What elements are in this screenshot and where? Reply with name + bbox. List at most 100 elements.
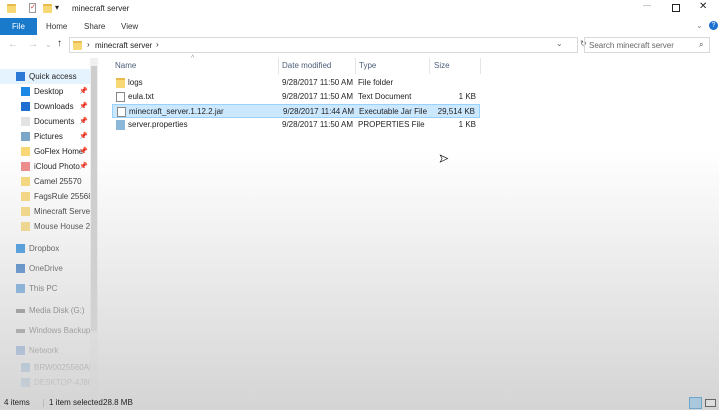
file-size: 29,514 KB xyxy=(437,107,475,116)
file-type: Executable Jar File xyxy=(359,107,428,116)
nav-scrollbar-thumb[interactable] xyxy=(91,66,97,331)
column-header-date[interactable]: Date modified xyxy=(282,58,331,74)
properties-icon[interactable]: ✓ xyxy=(29,3,36,13)
navigation-pane: Quick access Desktop 📌 Downloads 📌 Documents 📌… xyxy=(0,58,98,396)
file-row[interactable]: eula.txt 9/28/2017 11:50 AM Text Document 1… xyxy=(112,90,480,104)
nav-item[interactable]: DESKTOP-4J8CD xyxy=(0,375,90,390)
new-folder-icon[interactable] xyxy=(43,4,52,13)
nav-item[interactable]: Windows Backup xyxy=(0,323,90,338)
file-type: Text Document xyxy=(358,92,412,101)
nav-item[interactable]: GoFlex Home 📌 xyxy=(0,144,90,159)
nav-item-label: Windows Backup xyxy=(29,326,90,335)
nav-item-label: This PC xyxy=(29,284,58,293)
address-dropdown-icon[interactable]: ⌄ xyxy=(556,39,563,48)
column-divider[interactable] xyxy=(355,58,356,74)
nav-item-label: Mouse House 25 xyxy=(34,222,90,231)
column-divider[interactable] xyxy=(429,58,430,74)
maximize-button[interactable] xyxy=(672,4,680,12)
nav-item[interactable]: BRW0025560AEF xyxy=(0,360,90,375)
column-divider[interactable] xyxy=(480,58,481,74)
nav-item-label: Minecraft Server xyxy=(34,207,90,216)
nav-item[interactable]: Network xyxy=(0,343,90,358)
nav-item[interactable]: Media Disk (G:) xyxy=(0,303,90,318)
file-name: server.properties xyxy=(128,120,188,129)
large-icons-view-button[interactable] xyxy=(705,399,716,407)
selection-size: 28.8 MB xyxy=(103,398,133,407)
document-icon xyxy=(21,117,30,127)
file-size: 1 KB xyxy=(458,120,476,129)
ribbon-tab-file[interactable]: File xyxy=(0,18,37,35)
nav-item-label: Network xyxy=(29,346,59,355)
ribbon-tab-share[interactable]: Share xyxy=(84,18,105,35)
forward-button[interactable]: → xyxy=(28,39,38,50)
close-button[interactable]: ✕ xyxy=(699,1,707,12)
computer-icon xyxy=(21,363,30,373)
status-bar: 4 items 1 item selected 28.8 MB xyxy=(0,396,719,410)
nav-item-label: BRW0025560AEF xyxy=(34,363,90,372)
expand-ribbon-icon[interactable]: ⌄ xyxy=(696,21,703,30)
nav-item[interactable]: Dropbox xyxy=(0,241,90,256)
pin-icon[interactable]: 📌 xyxy=(79,159,88,174)
nav-item-label: FagsRule 25568 xyxy=(34,192,90,201)
nav-item[interactable]: Pictures 📌 xyxy=(0,129,90,144)
minimize-button[interactable]: — xyxy=(643,1,651,10)
download-icon xyxy=(21,102,30,112)
ribbon-tab-view[interactable]: View xyxy=(121,18,138,35)
cloud-icon xyxy=(16,264,25,274)
pin-icon[interactable]: 📌 xyxy=(79,144,88,159)
pin-icon[interactable]: 📌 xyxy=(79,129,88,144)
nav-item[interactable]: Desktop 📌 xyxy=(0,84,90,99)
search-input[interactable]: Search minecraft server xyxy=(584,37,710,53)
column-header-size[interactable]: Size xyxy=(434,58,450,74)
nav-item[interactable]: OneDrive xyxy=(0,261,90,276)
breadcrumb-minecraft-server[interactable]: minecraft server xyxy=(95,41,152,50)
file-type: PROPERTIES File xyxy=(358,120,425,129)
nav-item[interactable]: Camel 25570 xyxy=(0,174,90,189)
drive-icon xyxy=(16,328,25,333)
breadcrumb-chevron-icon[interactable]: › xyxy=(156,40,159,49)
nav-item[interactable]: This PC xyxy=(0,281,90,296)
help-icon[interactable]: ? xyxy=(709,21,718,30)
nav-item[interactable]: Quick access xyxy=(0,69,90,84)
network-icon xyxy=(16,346,25,356)
back-button[interactable]: ← xyxy=(8,39,18,50)
nav-item[interactable]: FagsRule 25568 xyxy=(0,189,90,204)
address-bar[interactable]: › minecraft server › ⌄ xyxy=(69,37,578,53)
nav-item-label: Downloads xyxy=(34,102,74,111)
folder-icon xyxy=(21,207,30,217)
column-header-name[interactable]: Name xyxy=(115,58,136,74)
search-icon: ⌕ xyxy=(699,40,704,49)
nav-item[interactable]: Minecraft Server xyxy=(0,204,90,219)
sort-indicator-icon: ^ xyxy=(191,55,195,62)
file-row[interactable]: minecraft_server.1.12.2.jar 9/28/2017 11:… xyxy=(112,104,480,118)
column-divider[interactable] xyxy=(278,58,279,74)
file-row[interactable]: logs 9/28/2017 11:50 AM File folder xyxy=(112,76,480,90)
breadcrumb-chevron-icon[interactable]: › xyxy=(87,40,90,49)
pin-icon[interactable]: 📌 xyxy=(79,99,88,114)
folder-icon xyxy=(21,177,30,187)
nav-scrollbar[interactable] xyxy=(90,58,98,396)
quick-access-toolbar-dropdown[interactable]: ▾ xyxy=(55,3,59,12)
file-row[interactable]: server.properties 9/28/2017 11:50 AM PROPE… xyxy=(112,118,480,132)
star-icon xyxy=(16,72,25,82)
nav-item[interactable]: Downloads 📌 xyxy=(0,99,90,114)
up-button[interactable]: ↑ xyxy=(57,38,62,49)
nav-item-label: OneDrive xyxy=(29,264,63,273)
folder-icon xyxy=(73,41,82,50)
recent-locations-dropdown[interactable]: ⌄ xyxy=(45,40,52,49)
ribbon-tab-home[interactable]: Home xyxy=(46,18,67,35)
nav-item-label: Quick access xyxy=(29,72,77,81)
nav-item[interactable]: iCloud Photo 📌 xyxy=(0,159,90,174)
file-type: File folder xyxy=(358,78,394,87)
file-date: 9/28/2017 11:44 AM xyxy=(283,107,355,116)
nav-item[interactable]: Documents 📌 xyxy=(0,114,90,129)
nav-item[interactable]: Mouse House 25 xyxy=(0,219,90,234)
pin-icon[interactable]: 📌 xyxy=(79,84,88,99)
nav-item-label: Camel 25570 xyxy=(34,177,82,186)
details-view-button[interactable] xyxy=(689,397,702,409)
folder-icon xyxy=(7,4,16,13)
column-header-type[interactable]: Type xyxy=(359,58,376,74)
nav-item-label: Dropbox xyxy=(29,244,60,253)
nav-item-label: iCloud Photo xyxy=(34,162,80,171)
pin-icon[interactable]: 📌 xyxy=(79,114,88,129)
